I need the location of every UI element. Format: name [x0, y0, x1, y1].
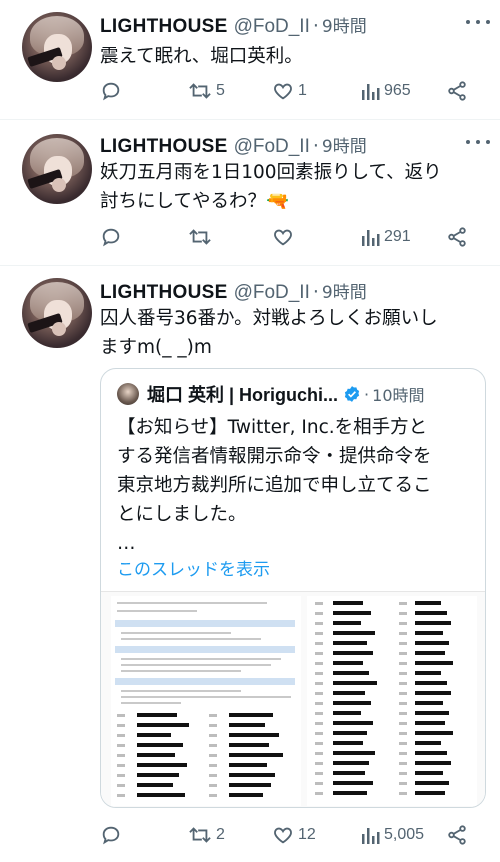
timestamp[interactable]: 9時間: [322, 132, 367, 157]
views-button[interactable]: 5,005: [360, 824, 424, 846]
retweet-icon: [189, 83, 211, 99]
more-icon[interactable]: [466, 140, 490, 148]
view-count: 965: [384, 82, 411, 99]
views-icon: [362, 84, 380, 100]
tweet-text-line: 妖刀五月雨を1日100回素振りして、返り: [100, 162, 442, 183]
tweet-text: 震えて眠れ、堀口英利。: [100, 42, 490, 71]
tweet-text-line: 震えて眠れ、堀口英利。: [100, 46, 303, 67]
tweet-header: LIGHTHOUSE @FoD_II · 9時間: [100, 12, 367, 38]
quoted-text-line: とにしました。: [117, 504, 247, 525]
reply-button[interactable]: [100, 824, 126, 846]
quoted-timestamp: 10時間: [372, 386, 425, 405]
show-thread-link[interactable]: このスレッドを表示: [117, 555, 270, 580]
views-icon: [362, 828, 380, 844]
action-bar: 291: [100, 226, 475, 250]
quoted-text-line: 【お知らせ】Twitter, Inc.を相手方と: [117, 417, 428, 438]
action-bar: 5 1 965: [100, 80, 475, 104]
quoted-tweet-header: 堀口 英利 | Horiguchi... · 10時間: [117, 381, 425, 407]
tweet-2[interactable]: LIGHTHOUSE @FoD_II · 9時間 妖刀五月雨を1日100回素振り…: [0, 120, 500, 266]
tweet-1[interactable]: LIGHTHOUSE @FoD_II · 9時間 震えて眠れ、堀口英利。 5 1…: [0, 0, 500, 120]
user-handle[interactable]: @FoD_II: [234, 136, 310, 158]
tweet-header: LIGHTHOUSE @FoD_II · 9時間: [100, 278, 367, 304]
like-button[interactable]: 1: [272, 80, 307, 102]
tweet-text-line: ますm(_ _)m: [100, 337, 212, 358]
share-icon: [448, 227, 466, 247]
tweet-text: 妖刀五月雨を1日100回素振りして、返り 討ちにしてやるわ？🔫: [100, 158, 490, 216]
share-icon: [448, 81, 466, 101]
share-button[interactable]: [446, 80, 468, 102]
retweet-button[interactable]: 5: [188, 80, 225, 102]
share-button[interactable]: [446, 824, 468, 846]
quoted-text-line: する発信者情報開示命令・提供命令を: [117, 446, 432, 467]
like-button[interactable]: [272, 226, 298, 248]
reply-button[interactable]: [100, 226, 126, 248]
tweet-header: LIGHTHOUSE @FoD_II · 9時間: [100, 132, 367, 158]
views-icon: [362, 230, 380, 246]
retweet-count: 5: [216, 82, 225, 99]
share-button[interactable]: [446, 226, 468, 248]
retweet-icon: [189, 229, 211, 245]
views-button[interactable]: 291: [360, 226, 411, 248]
verified-icon: [344, 386, 360, 402]
reply-icon: [102, 228, 120, 247]
display-name[interactable]: LIGHTHOUSE: [100, 282, 228, 304]
like-count: 12: [298, 826, 316, 843]
retweet-button[interactable]: 2: [188, 824, 225, 846]
view-count: 291: [384, 228, 411, 245]
user-handle[interactable]: @FoD_II: [234, 16, 310, 38]
tweet-text: 囚人番号36番か。対戦よろしくお願いし ますm(_ _)m: [100, 304, 490, 362]
tweet-text-line: 囚人番号36番か。対戦よろしくお願いし: [100, 308, 438, 329]
display-name[interactable]: LIGHTHOUSE: [100, 16, 228, 38]
timestamp[interactable]: 9時間: [322, 12, 367, 37]
separator-dot: ·: [312, 135, 319, 157]
quoted-ellipsis: …: [117, 533, 136, 554]
share-icon: [448, 825, 466, 845]
quoted-tweet-text: 【お知らせ】Twitter, Inc.を相手方と する発信者情報開示命令・提供命…: [117, 413, 473, 558]
reply-icon: [102, 82, 120, 101]
quoted-display-name: 堀口 英利 | Horiguchi...: [147, 385, 339, 405]
avatar[interactable]: [22, 134, 92, 204]
avatar[interactable]: [22, 12, 92, 82]
view-count: 5,005: [384, 826, 425, 843]
quoted-dot: ·: [364, 384, 370, 404]
timestamp[interactable]: 9時間: [322, 278, 367, 303]
document-image[interactable]: [101, 591, 485, 807]
quoted-tweet[interactable]: 堀口 英利 | Horiguchi... · 10時間 【お知らせ】Twitte…: [100, 368, 486, 808]
views-button[interactable]: 965: [360, 80, 411, 102]
like-icon: [274, 827, 292, 844]
reply-icon: [102, 826, 120, 845]
display-name[interactable]: LIGHTHOUSE: [100, 136, 228, 158]
retweet-count: 2: [216, 826, 225, 843]
more-icon[interactable]: [466, 20, 490, 28]
quoted-avatar: [117, 383, 139, 405]
user-handle[interactable]: @FoD_II: [234, 282, 310, 304]
separator-dot: ·: [312, 15, 319, 37]
like-button[interactable]: 12: [272, 824, 316, 846]
retweet-button[interactable]: [188, 226, 216, 248]
separator-dot: ·: [312, 281, 319, 303]
like-icon: [274, 83, 292, 100]
quoted-text-line: 東京地方裁判所に追加で申し立てるこ: [117, 475, 432, 496]
like-icon: [274, 229, 292, 246]
like-count: 1: [298, 82, 307, 99]
document-page-right: [307, 596, 477, 806]
reply-button[interactable]: [100, 80, 126, 102]
retweet-icon: [189, 827, 211, 843]
action-bar: 2 12 5,005: [100, 824, 475, 848]
document-page-left: [111, 596, 301, 806]
tweet-text-line: 討ちにしてやるわ？🔫: [100, 191, 289, 212]
avatar[interactable]: [22, 278, 92, 348]
